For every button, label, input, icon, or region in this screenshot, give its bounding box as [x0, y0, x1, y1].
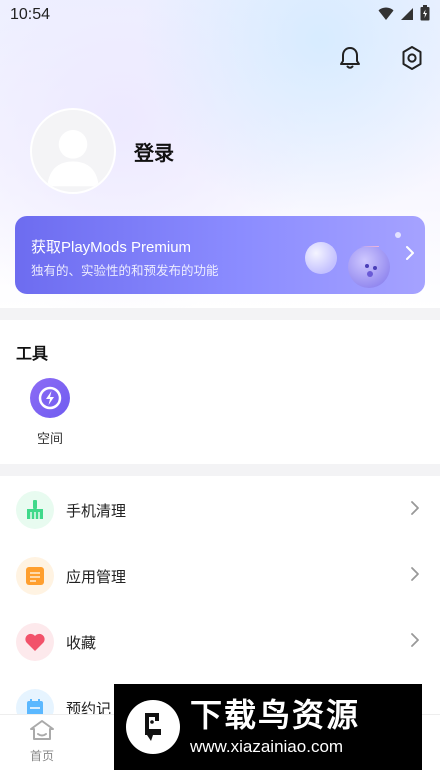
battery-icon: [420, 5, 430, 25]
gear-icon[interactable]: [396, 42, 428, 74]
nav-home-label: 首页: [29, 749, 54, 763]
premium-title: 获取PlayMods Premium: [31, 239, 192, 256]
menu-item-label: 应用管理: [66, 567, 127, 586]
premium-subtitle: 独有的、实验性的和预发布的功能: [31, 263, 219, 278]
status-time: 10:54: [10, 6, 51, 23]
space-bolt-icon: [30, 378, 70, 418]
login-link[interactable]: 登录: [134, 137, 174, 166]
tool-label: 空间: [36, 432, 63, 447]
watermark-url: www.xiazainiao.com: [190, 737, 344, 756]
chevron-right-icon: [410, 566, 424, 586]
chevron-right-icon: [410, 632, 424, 652]
chevron-right-icon: [410, 500, 424, 520]
menu-item-label: 手机清理: [66, 501, 127, 520]
tool-item-space[interactable]: 空间: [28, 378, 72, 447]
menu-item-app-manage[interactable]: 应用管理: [0, 543, 440, 609]
watermark-text: 下载鸟资源 www.xiazainiao.com: [190, 697, 360, 757]
signal-icon: [400, 6, 414, 25]
tools-section-title: 工具: [16, 344, 49, 363]
heart-icon: [16, 623, 54, 661]
status-bar: 10:54: [0, 0, 440, 30]
app-manage-icon: [16, 557, 54, 595]
chevron-right-icon: [405, 245, 415, 265]
top-actions: [334, 42, 428, 74]
avatar[interactable]: [30, 108, 116, 194]
profile-section[interactable]: 登录: [30, 108, 174, 194]
mascot-icon: [348, 239, 390, 288]
wifi-icon: [378, 6, 394, 25]
section-divider: [0, 464, 440, 476]
menu-item-favorites[interactable]: 收藏: [0, 609, 440, 675]
watermark-overlay: 下载鸟资源 www.xiazainiao.com: [114, 684, 422, 770]
system-icons: [378, 5, 430, 25]
bell-icon[interactable]: [334, 42, 366, 74]
decorative-orb-small: [395, 232, 401, 238]
home-icon: [29, 720, 55, 745]
section-divider: [0, 308, 440, 320]
menu-item-label: 收藏: [66, 633, 97, 652]
menu-item-phone-clean[interactable]: 手机清理: [0, 477, 440, 543]
nav-home[interactable]: 首页: [22, 719, 62, 764]
decorative-orb: [305, 242, 337, 274]
watermark-title: 下载鸟资源: [190, 696, 361, 734]
broom-icon: [16, 491, 54, 529]
bird-logo-icon: [126, 700, 180, 754]
premium-banner[interactable]: 获取PlayMods Premium 独有的、实验性的和预发布的功能: [15, 216, 425, 294]
